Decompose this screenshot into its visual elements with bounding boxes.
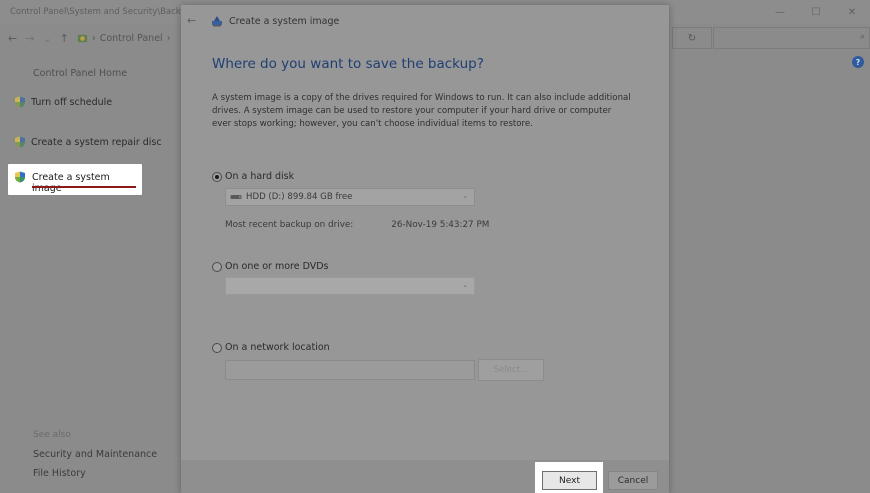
breadcrumb-control-panel[interactable]: Control Panel [100,33,163,44]
breadcrumb-separator: › [166,33,171,44]
system-image-icon [212,16,222,27]
radio-label: On a hard disk [225,171,295,182]
radio-button[interactable] [212,261,222,272]
hard-drive-icon [230,195,242,199]
sidebar: Control Panel Home Turn off schedule Cre… [0,56,180,493]
search-input[interactable]: ⌕ [713,27,870,49]
recent-backup-label: Most recent backup on drive: [225,220,354,230]
back-arrow-icon[interactable]: ← [187,14,196,27]
next-button[interactable]: Next [542,471,597,490]
description-text: A system image is a copy of the drives r… [212,93,631,129]
radio-network-location[interactable]: On a network location [212,342,330,353]
nav-controls: ← → ⌄ ↑ › Control Panel › [8,32,171,45]
control-panel-icon [77,34,87,43]
radio-label: On one or more DVDs [225,261,329,272]
up-arrow-icon[interactable]: ↑ [60,32,69,45]
shield-icon [15,96,25,108]
sidebar-item-turn-off-schedule[interactable]: Turn off schedule [14,96,112,108]
shield-icon [15,171,25,183]
page-heading: Where do you want to save the backup? [212,56,484,72]
window-controls: — ☐ ✕ [762,0,870,24]
help-icon[interactable]: ? [852,56,864,68]
radio-hard-disk[interactable]: On a hard disk [212,171,294,182]
shield-icon [15,136,25,148]
sidebar-item-label: Create a system repair disc [31,136,162,148]
radio-button[interactable] [212,342,222,353]
create-system-image-dialog: ← Create a system image Where do you wan… [181,5,669,493]
maximize-button[interactable]: ☐ [798,0,834,24]
breadcrumb[interactable]: › Control Panel › [77,33,171,44]
recent-locations-icon[interactable]: ⌄ [42,32,51,45]
network-location-input[interactable] [225,360,475,380]
cancel-button[interactable]: Cancel [608,471,658,490]
minimize-button[interactable]: — [762,0,798,24]
window-title: Control Panel\System and Security\Backup… [6,6,182,17]
sidebar-item-create-repair-disc[interactable]: Create a system repair disc [14,136,162,148]
radio-label: On a network location [225,342,330,353]
radio-button-selected[interactable] [212,171,222,182]
select-button[interactable]: Select... [478,359,544,381]
hard-disk-select[interactable]: HDD (D:) 899.84 GB free ⌄ [225,188,475,206]
radio-dvd[interactable]: On one or more DVDs [212,261,329,272]
selected-drive: HDD (D:) 899.84 GB free [230,192,352,202]
chevron-down-icon: ⌄ [462,281,468,289]
refresh-icon: ↻ [687,32,697,44]
sidebar-item-label: Create a system image [32,172,110,194]
underline-annotation [32,186,136,188]
refresh-button[interactable]: ↻ [672,27,712,49]
forward-arrow-icon[interactable]: → [25,32,34,45]
search-icon: ⌕ [859,32,865,42]
recent-backup-info: Most recent backup on drive: 26-Nov-19 5… [225,220,489,230]
link-file-history[interactable]: File History [33,468,86,479]
dialog-title: Create a system image [229,16,340,27]
dialog-header: ← Create a system image [181,5,669,35]
sidebar-home-link[interactable]: Control Panel Home [33,68,127,79]
sidebar-item-create-system-image[interactable]: Create a system image [8,164,142,195]
dvd-select[interactable]: ⌄ [225,277,475,295]
back-arrow-icon[interactable]: ← [8,32,17,45]
recent-backup-value: 26-Nov-19 5:43:27 PM [391,220,490,230]
breadcrumb-separator: › [91,33,96,44]
sidebar-item-label: Turn off schedule [31,96,113,108]
close-button[interactable]: ✕ [834,0,870,24]
see-also-heading: See also [33,430,71,440]
drive-label: HDD (D:) 899.84 GB free [246,192,353,202]
link-security-maintenance[interactable]: Security and Maintenance [33,449,157,460]
chevron-down-icon: ⌄ [462,192,468,200]
window-title-text: Control Panel\System and Security\Backup… [10,6,182,17]
